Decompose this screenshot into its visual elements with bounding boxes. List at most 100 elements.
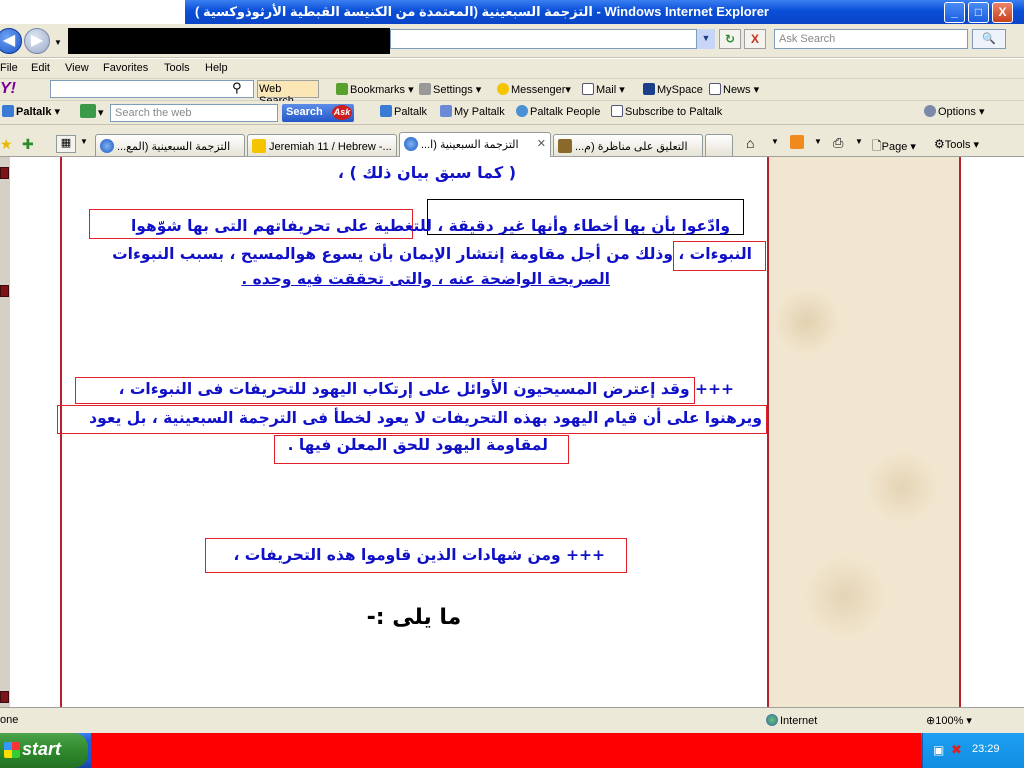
- paltalk-people-link[interactable]: Paltalk People: [516, 105, 600, 118]
- redacted-taskbar-region: [91, 733, 921, 768]
- rss-dropdown-icon[interactable]: ▼: [814, 137, 822, 146]
- status-bar: one Internet ⊕100% ▾: [0, 707, 1024, 733]
- paltalk-icon: [2, 105, 14, 117]
- messenger-button[interactable]: Messenger▾: [497, 83, 571, 96]
- redacted-region: [68, 28, 390, 54]
- myspace-icon: [643, 83, 655, 95]
- address-input[interactable]: [390, 29, 715, 49]
- refresh-button[interactable]: ↻: [719, 29, 741, 49]
- subscribe-link[interactable]: Subscribe to Paltalk: [611, 105, 722, 118]
- network-icon[interactable]: ▣: [933, 743, 944, 757]
- text-line: النبوءات ، وذلك من أجل مقاومة إنتشار الإ…: [112, 245, 752, 263]
- tab-3-active[interactable]: ...التزجمة السبعينية (ا ✕: [399, 132, 551, 157]
- globe-icon: [766, 714, 778, 726]
- address-dropdown-icon[interactable]: ▼: [696, 29, 715, 49]
- tab-list-dropdown-icon[interactable]: ▼: [80, 137, 88, 146]
- side-marker: [0, 167, 9, 179]
- left-strip: [0, 157, 10, 707]
- tools-menu-button[interactable]: ⚙Tools ▾: [934, 137, 979, 151]
- text-line: الصريحة الواضحة عنه ، والتى تحققت فيه وح…: [241, 270, 610, 288]
- paltalk-toolbar: Paltalk ▾ ▾ Search the web Search Ask Pal…: [0, 101, 1024, 125]
- ask-badge: Ask: [332, 105, 352, 120]
- search-icon[interactable]: ⚲: [232, 80, 242, 96]
- ie-icon: [404, 137, 418, 151]
- search-go-button[interactable]: 🔍: [972, 29, 1006, 49]
- myspace-button[interactable]: MySpace: [643, 83, 703, 96]
- menu-view[interactable]: View: [65, 62, 89, 74]
- text-line: ويرهنوا على أن قيام اليهود بهذه التحريفا…: [89, 409, 762, 427]
- options-button[interactable]: Options ▾: [924, 105, 985, 118]
- print-icon[interactable]: ⎙: [833, 135, 843, 151]
- search-engine-icon[interactable]: ▾: [80, 104, 104, 119]
- minimize-button[interactable]: _: [944, 2, 965, 23]
- zoom-control[interactable]: ⊕100% ▾: [926, 714, 972, 727]
- taskbar: start ▣ ✖ 23:29: [0, 733, 1024, 768]
- yahoo-logo[interactable]: Y!: [0, 80, 16, 98]
- tab-4[interactable]: ...التعليق على مناظرة (م: [553, 134, 703, 156]
- rss-icon[interactable]: [790, 135, 804, 149]
- tab-2[interactable]: Jeremiah 11 / Hebrew -...: [247, 134, 397, 156]
- menu-file[interactable]: File: [0, 62, 18, 74]
- close-button[interactable]: X: [992, 2, 1013, 23]
- news-button[interactable]: News ▾: [709, 83, 759, 96]
- quick-tabs-icon[interactable]: ▦: [56, 135, 76, 153]
- add-favorite-icon[interactable]: ✚: [22, 136, 34, 153]
- start-button[interactable]: start: [0, 733, 88, 768]
- text-line: ( كما سبق بيان ذلك ) ،: [337, 163, 516, 182]
- zoom-icon: ⊕: [926, 715, 936, 727]
- web-search-button[interactable]: Web Search: [257, 80, 319, 107]
- parchment-panel: [769, 157, 961, 707]
- favorites-star-icon[interactable]: ★: [0, 136, 13, 153]
- my-paltalk-link[interactable]: My Paltalk: [440, 105, 505, 118]
- paltalk-link[interactable]: Paltalk: [380, 105, 427, 118]
- page-icon: 🗋: [872, 139, 882, 153]
- close-tab-icon[interactable]: ✕: [537, 137, 546, 150]
- forward-button[interactable]: ▶: [24, 28, 50, 54]
- my-paltalk-icon: [440, 105, 452, 117]
- alert-icon[interactable]: ✖: [951, 742, 962, 758]
- bookmark-icon: [336, 83, 348, 95]
- maximize-button[interactable]: □: [968, 2, 989, 23]
- zone-indicator[interactable]: Internet: [766, 714, 817, 727]
- mail-button[interactable]: Mail ▾: [582, 83, 625, 96]
- side-marker: [0, 691, 9, 703]
- messenger-icon: [497, 83, 509, 95]
- bookmarks-button[interactable]: Bookmarks ▾: [336, 83, 414, 96]
- settings-icon: [419, 83, 431, 95]
- menu-favorites[interactable]: Favorites: [103, 62, 148, 74]
- title-bar: التزجمة السبعينية (المعتمدة من الكنيسة ا…: [0, 0, 1024, 24]
- settings-button[interactable]: Settings ▾: [419, 83, 481, 96]
- status-text: one: [0, 714, 19, 726]
- download-icon: [380, 105, 392, 117]
- paltalk-logo[interactable]: Paltalk ▾: [2, 105, 60, 118]
- new-tab-button[interactable]: [705, 134, 733, 156]
- home-icon[interactable]: ⌂: [746, 135, 754, 151]
- home-dropdown-icon[interactable]: ▼: [771, 137, 779, 146]
- page-menu-button[interactable]: 🗋Page ▾: [872, 137, 916, 158]
- ask-search-input[interactable]: Ask Search: [774, 29, 968, 49]
- section-heading: ما يلى :-: [366, 605, 462, 630]
- menu-tools[interactable]: Tools: [164, 62, 190, 74]
- print-dropdown-icon[interactable]: ▼: [855, 137, 863, 146]
- tab-1[interactable]: ...التزجمة السبعينية (المع: [95, 134, 245, 156]
- site-icon: [558, 139, 572, 153]
- windows-logo-icon: [4, 742, 20, 758]
- history-dropdown-icon[interactable]: ▼: [54, 38, 62, 47]
- news-icon: [709, 83, 721, 95]
- text-line: +++ ومن شهادات الذين قاوموا هذه التحريفا…: [233, 546, 605, 564]
- hebrew-site-icon: [252, 139, 266, 153]
- mail-icon: [611, 105, 623, 117]
- stop-button[interactable]: X: [744, 29, 766, 49]
- back-button[interactable]: ◀: [0, 28, 22, 54]
- yahoo-search-input[interactable]: [50, 80, 254, 98]
- menu-help[interactable]: Help: [205, 62, 228, 74]
- paltalk-search-button[interactable]: Search Ask: [282, 104, 354, 122]
- paltalk-search-input[interactable]: Search the web: [110, 104, 278, 122]
- window-title: التزجمة السبعينية (المعتمدة من الكنيسة ا…: [195, 4, 769, 19]
- right-margin: [963, 157, 1024, 707]
- menu-edit[interactable]: Edit: [31, 62, 50, 74]
- page-content[interactable]: ( كما سبق بيان ذلك ) ، وادّعوا بأن بها أ…: [0, 157, 1024, 707]
- text-line: وادّعوا بأن بها أخطاء وأنها غير دقيقة ، …: [130, 217, 730, 235]
- gear-icon: [924, 105, 936, 117]
- text-line: لمقاومة اليهود للحق المعلن فيها .: [287, 436, 548, 454]
